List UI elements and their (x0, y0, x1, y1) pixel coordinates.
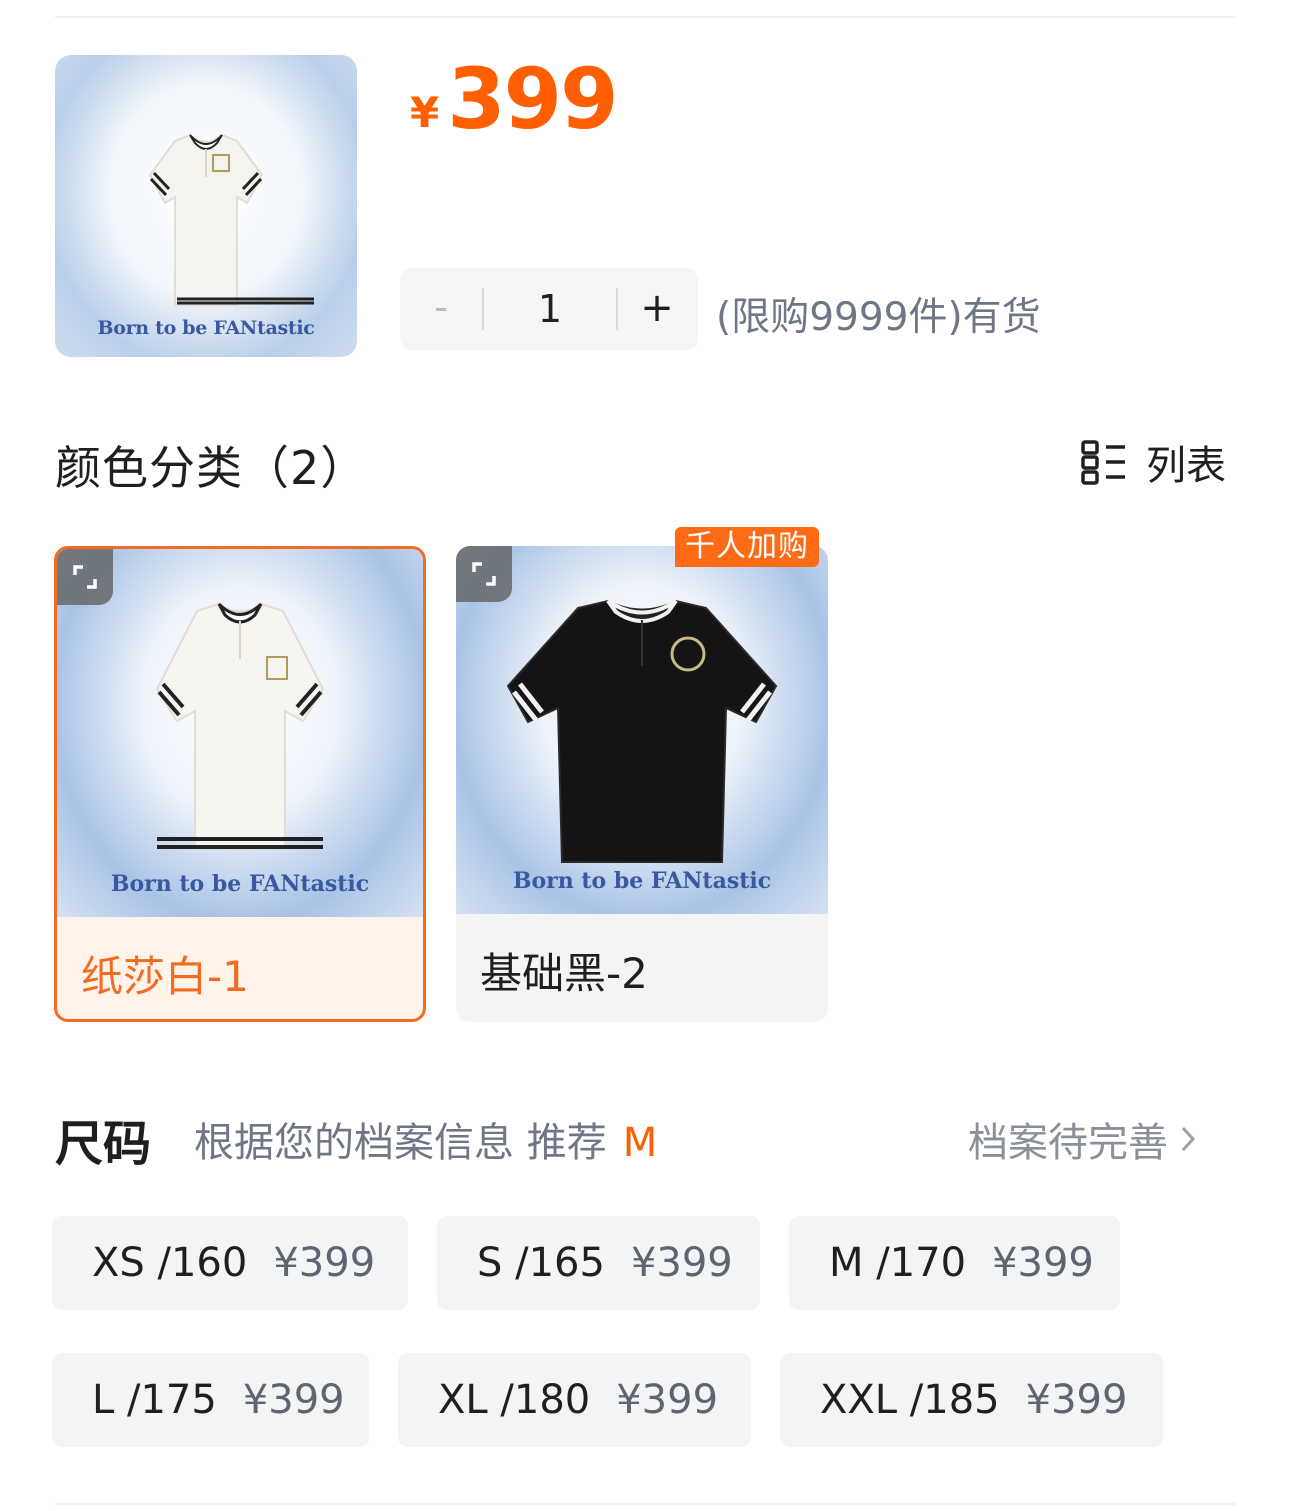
chevron-right-icon (1181, 1126, 1196, 1152)
black-polo-image (506, 599, 778, 863)
color-option-tagline: Born to be FANtastic (512, 868, 772, 894)
expand-image-button[interactable] (57, 549, 113, 605)
product-thumbnail[interactable]: Born to be FANtastic (55, 55, 357, 357)
size-option-xs[interactable]: XS /160 ¥399 (52, 1216, 408, 1310)
complete-profile-link[interactable]: 档案待完善 (968, 1110, 1198, 1168)
white-polo-image (148, 133, 314, 306)
product-price: ¥399 (410, 50, 619, 148)
popular-badge: 千人加购 (675, 527, 819, 567)
top-divider (55, 16, 1235, 18)
expand-icon (472, 562, 496, 586)
product-tagline: Born to be FANtastic (97, 317, 315, 339)
color-option-image: Born to be FANtastic (456, 546, 828, 914)
size-option-xxl[interactable]: XXL /185 ¥399 (780, 1353, 1163, 1447)
stock-status: (限购9999件)有货 (716, 295, 1041, 340)
size-option-m[interactable]: M /170 ¥399 (789, 1216, 1120, 1310)
decrease-quantity-button[interactable]: - (400, 268, 482, 350)
size-label: XL /180 (438, 1377, 591, 1423)
bottom-divider (55, 1503, 1235, 1505)
size-section-title: 尺码 (55, 1116, 152, 1172)
size-price: ¥399 (242, 1377, 345, 1423)
size-price: ¥399 (630, 1240, 733, 1286)
quantity-value[interactable]: 1 (484, 268, 616, 350)
size-recommendation: 根据您的档案信息 推荐 M (194, 1110, 657, 1168)
list-view-icon (1081, 440, 1125, 485)
price-amount: 399 (447, 50, 618, 148)
white-polo-image (155, 602, 325, 850)
list-view-toggle[interactable]: 列表 (1080, 436, 1226, 489)
currency-symbol: ¥ (410, 88, 440, 137)
increase-quantity-button[interactable]: + (616, 268, 698, 350)
profile-link-label: 档案待完善 (968, 1120, 1168, 1166)
color-option-black[interactable]: Born to be FANtastic 基础黑-2 (456, 546, 828, 1022)
size-price: ¥399 (616, 1377, 719, 1423)
size-option-l[interactable]: L /175 ¥399 (52, 1353, 369, 1447)
color-option-white[interactable]: Born to be FANtastic 纸莎白-1 (54, 546, 426, 1022)
size-label: XS /160 (92, 1240, 248, 1286)
size-price: ¥399 (1025, 1377, 1128, 1423)
size-label: M /170 (829, 1240, 967, 1286)
color-option-tagline: Born to be FANtastic (110, 871, 370, 897)
size-hint-text: 根据您的档案信息 推荐 (194, 1120, 607, 1166)
expand-icon (73, 565, 97, 589)
size-option-xl[interactable]: XL /180 ¥399 (398, 1353, 751, 1447)
list-view-label: 列表 (1146, 443, 1226, 489)
size-option-s[interactable]: S /165 ¥399 (437, 1216, 760, 1310)
expand-image-button[interactable] (456, 546, 512, 602)
size-label: L /175 (92, 1377, 217, 1423)
color-option-name: 纸莎白-1 (81, 952, 249, 1001)
color-section-title: 颜色分类（2） (55, 441, 368, 495)
quantity-stepper: - 1 + (400, 268, 698, 350)
size-label: S /165 (477, 1240, 605, 1286)
color-option-name: 基础黑-2 (480, 949, 648, 998)
size-label: XXL /185 (820, 1377, 1000, 1423)
size-price: ¥399 (992, 1240, 1094, 1286)
color-option-image: Born to be FANtastic (57, 549, 423, 917)
recommended-size: M (622, 1120, 658, 1166)
size-price: ¥399 (273, 1240, 376, 1286)
